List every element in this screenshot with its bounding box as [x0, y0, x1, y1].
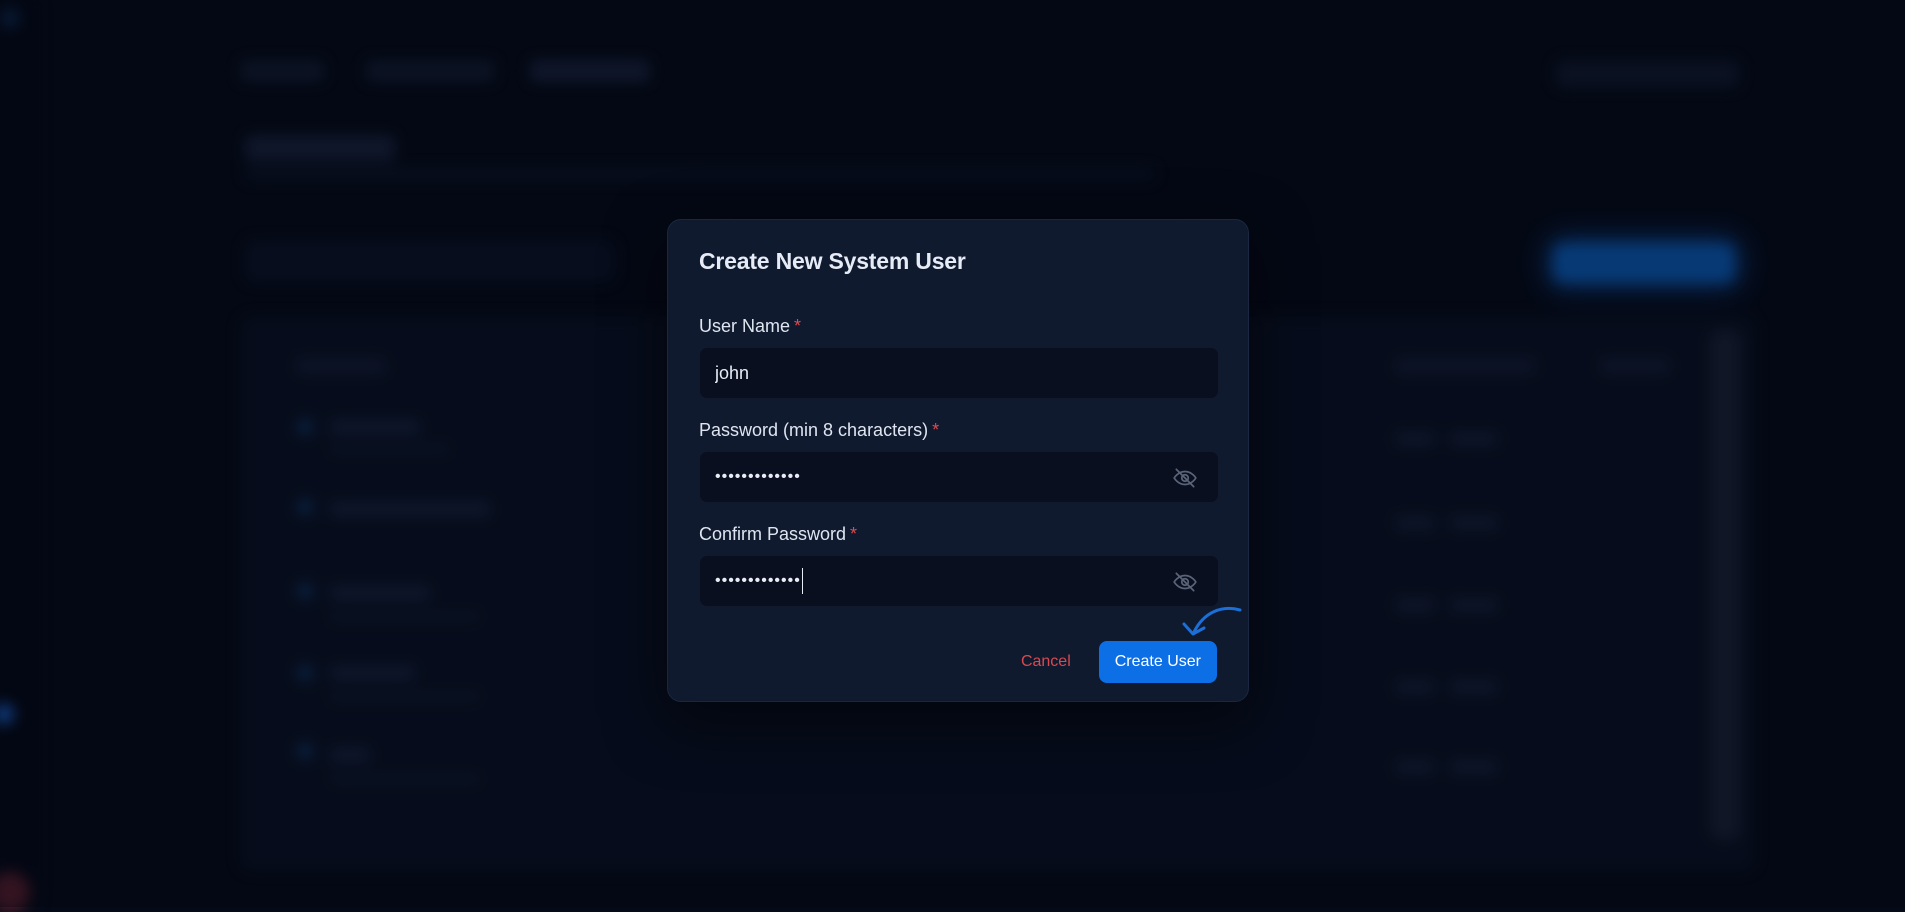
eye-off-icon[interactable] — [1172, 465, 1198, 491]
confirm-password-field: Confirm Password * ••••••••••••• — [699, 523, 1219, 607]
curved-arrow-icon — [1182, 607, 1242, 636]
confirm-password-input[interactable]: ••••••••••••• — [700, 556, 1218, 606]
eye-off-icon[interactable] — [1172, 569, 1198, 595]
username-input[interactable] — [700, 348, 1218, 398]
dialog-title: Create New System User — [699, 248, 966, 274]
required-marker: * — [932, 420, 940, 440]
dialog-actions: Cancel Create User — [1021, 641, 1217, 683]
password-label: Password (min 8 characters) * — [699, 420, 940, 440]
required-marker: * — [850, 524, 858, 544]
username-label: User Name * — [699, 316, 802, 336]
text-caret — [801, 567, 803, 594]
create-user-dialog: Create New System User User Name* Passwo… — [667, 219, 1249, 702]
confirm-password-input-wrapper: ••••••••••••• — [699, 555, 1219, 607]
password-field: Password (min 8 characters) * •••••••••••… — [699, 419, 1219, 503]
cancel-button[interactable]: Cancel — [1021, 643, 1071, 681]
username-input-wrapper — [699, 347, 1219, 399]
username-field: User Name * — [699, 315, 1219, 399]
confirm-password-label: Confirm Password * — [699, 524, 858, 544]
create-user-button[interactable]: Create User — [1098, 641, 1217, 683]
password-input[interactable]: ••••••••••••• — [700, 452, 1218, 502]
required-marker: * — [794, 316, 802, 336]
password-input-wrapper: ••••••••••••• — [699, 451, 1219, 503]
